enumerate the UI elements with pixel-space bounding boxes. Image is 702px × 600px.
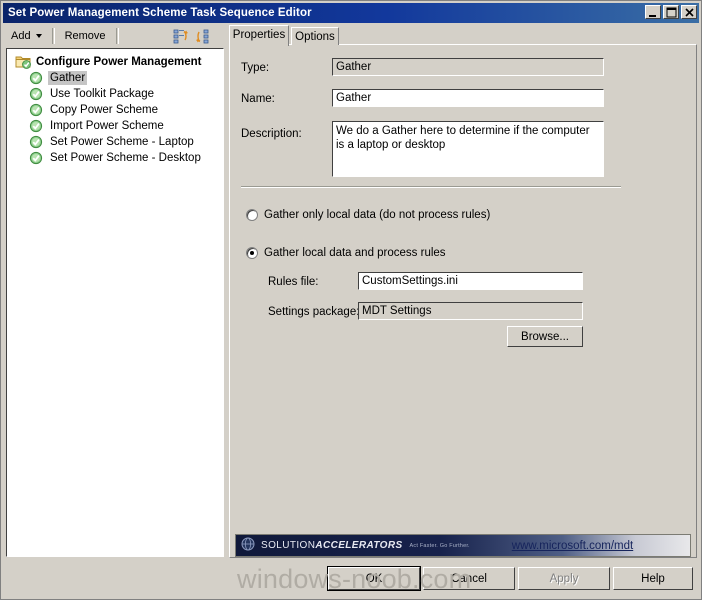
- settings-package-field: MDT Settings: [358, 302, 583, 320]
- type-field: Gather: [332, 58, 604, 76]
- banner-brand-suffix: ACCELERATORS: [315, 540, 403, 551]
- radio-gather-local-only[interactable]: Gather only local data (do not process r…: [246, 209, 490, 221]
- toolbar-separator-2: [115, 28, 119, 44]
- window-frame: Set Power Management Scheme Task Sequenc…: [0, 0, 702, 600]
- add-button-label: Add: [11, 30, 31, 42]
- window-controls: [645, 5, 697, 19]
- description-label: Description:: [241, 128, 302, 140]
- apply-button: Apply: [518, 567, 610, 590]
- ok-button[interactable]: OK: [328, 567, 420, 590]
- tree-group-label: Configure Power Management: [36, 56, 202, 68]
- tab-properties[interactable]: Properties: [229, 25, 289, 46]
- banner-brand: SOLUTIONACCELERATORS: [261, 540, 403, 551]
- settings-package-label: Settings package:: [268, 306, 360, 318]
- tab-strip: Properties Options: [229, 25, 697, 46]
- cancel-button[interactable]: Cancel: [423, 567, 515, 590]
- add-button[interactable]: Add: [4, 26, 49, 46]
- folder-check-icon: [15, 55, 31, 69]
- cancel-button-label: Cancel: [451, 572, 487, 585]
- tree-group-configure-power-management[interactable]: Configure Power Management: [7, 54, 223, 70]
- tree-item-copy-power-scheme[interactable]: Copy Power Scheme: [7, 102, 223, 118]
- task-sequence-tree[interactable]: Configure Power Management Gather Use To…: [6, 48, 224, 557]
- radio-selected-dot: [250, 251, 254, 255]
- tree-item-label: Gather: [48, 71, 88, 85]
- rules-file-field[interactable]: CustomSettings.ini: [358, 272, 583, 290]
- banner-link[interactable]: www.microsoft.com/mdt: [512, 540, 633, 552]
- tree-item-label: Use Toolkit Package: [50, 88, 154, 100]
- banner-tagline: Act Faster. Go Further.: [409, 542, 470, 549]
- radio-gather-local-and-rules[interactable]: Gather local data and process rules: [246, 247, 446, 259]
- tab-options[interactable]: Options: [291, 27, 339, 45]
- tree-item-import-power-scheme[interactable]: Import Power Scheme: [7, 118, 223, 134]
- browse-button-label: Browse...: [521, 330, 569, 343]
- green-check-icon: [29, 87, 45, 101]
- browse-button[interactable]: Browse...: [507, 326, 583, 347]
- tree-item-set-power-scheme-desktop[interactable]: Set Power Scheme - Desktop: [7, 150, 223, 166]
- radio-button-icon: [246, 247, 258, 259]
- tab-options-label: Options: [295, 30, 335, 43]
- tree-item-label: Import Power Scheme: [50, 120, 164, 132]
- form-divider: [241, 186, 621, 188]
- radio-button-icon: [246, 209, 258, 221]
- globe-icon: [241, 537, 255, 554]
- title-bar: Set Power Management Scheme Task Sequenc…: [3, 3, 699, 23]
- tree-item-set-power-scheme-laptop[interactable]: Set Power Scheme - Laptop: [7, 134, 223, 150]
- remove-button-label: Remove: [64, 30, 106, 42]
- green-check-icon: [29, 119, 45, 133]
- close-button[interactable]: [681, 5, 697, 19]
- ok-button-label: OK: [365, 572, 383, 585]
- move-up-icon[interactable]: [172, 27, 190, 45]
- name-field[interactable]: Gather: [332, 89, 604, 107]
- toolbar-icon-group: [172, 27, 212, 45]
- green-check-icon: [29, 151, 45, 165]
- help-button-label: Help: [641, 572, 665, 585]
- move-down-icon[interactable]: [194, 27, 212, 45]
- green-check-icon: [29, 103, 45, 117]
- description-field[interactable]: We do a Gather here to determine if the …: [332, 121, 604, 177]
- banner-brand-prefix: SOLUTION: [261, 540, 316, 551]
- task-sequence-editor-window: Set Power Management Scheme Task Sequenc…: [0, 0, 702, 600]
- toolbar-separator-1: [51, 28, 55, 44]
- radio-gather-local-and-rules-label: Gather local data and process rules: [264, 247, 446, 259]
- apply-button-label: Apply: [549, 572, 579, 585]
- minimize-button[interactable]: [645, 5, 661, 19]
- tree-item-label: Set Power Scheme - Laptop: [50, 136, 194, 148]
- tree-item-label: Copy Power Scheme: [50, 104, 159, 116]
- name-label: Name:: [241, 93, 275, 105]
- tree-item-use-toolkit-package[interactable]: Use Toolkit Package: [7, 86, 223, 102]
- tree-item-label: Set Power Scheme - Desktop: [50, 152, 201, 164]
- help-button[interactable]: Help: [613, 567, 693, 590]
- solution-accelerators-banner: SOLUTIONACCELERATORS Act Faster. Go Furt…: [235, 534, 691, 557]
- maximize-button[interactable]: [663, 5, 679, 19]
- remove-button[interactable]: Remove: [58, 26, 113, 46]
- rules-file-label: Rules file:: [268, 276, 319, 288]
- tree-item-gather[interactable]: Gather: [7, 70, 223, 86]
- green-check-icon: [29, 135, 45, 149]
- type-label: Type:: [241, 62, 270, 74]
- radio-gather-local-only-label: Gather only local data (do not process r…: [264, 209, 491, 221]
- tab-properties-label: Properties: [232, 29, 286, 41]
- chevron-down-icon: [35, 34, 42, 38]
- green-check-icon: [29, 71, 45, 85]
- editor-toolbar: Add Remove: [4, 25, 224, 47]
- window-title: Set Power Management Scheme Task Sequenc…: [8, 7, 312, 19]
